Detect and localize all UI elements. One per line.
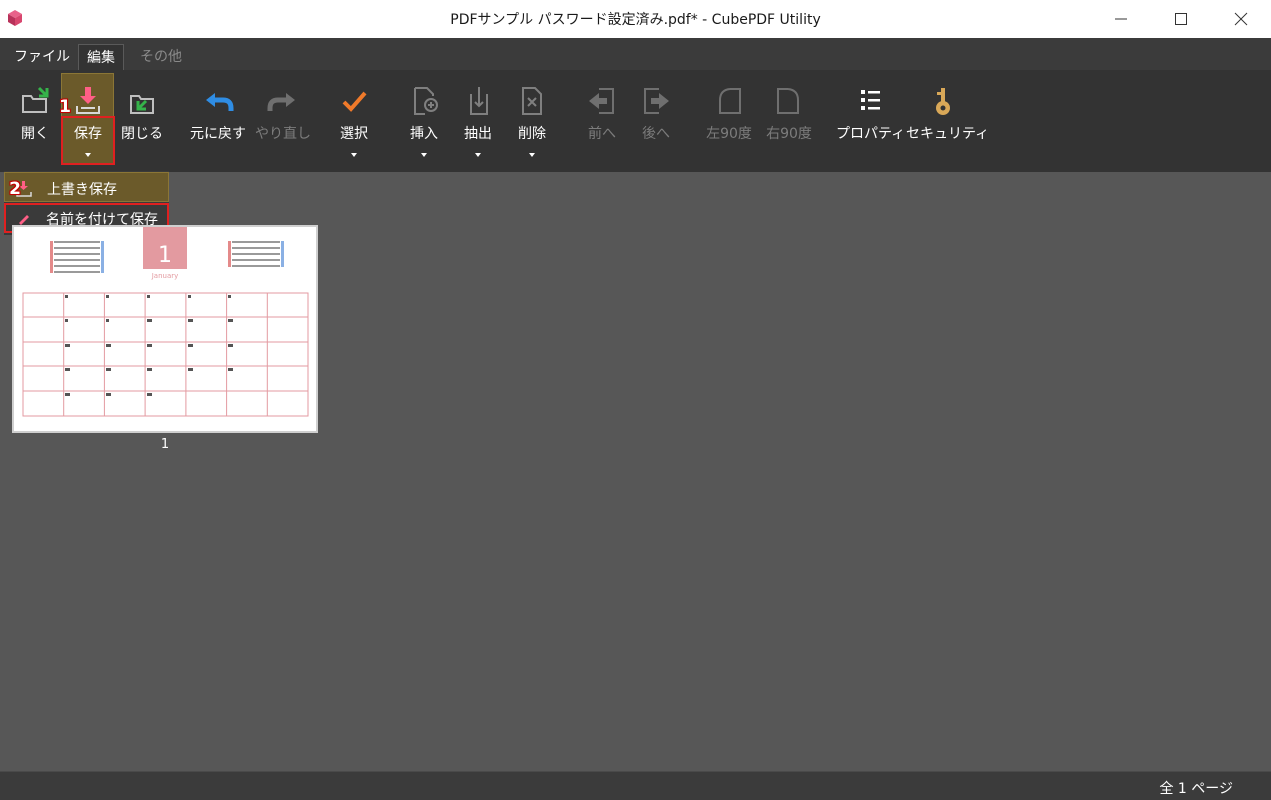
move-previous-button[interactable]: 前へ [578, 70, 626, 170]
chevron-down-icon [475, 153, 481, 157]
rotate-left-icon [719, 88, 741, 114]
redo-label: やり直し [255, 126, 311, 142]
move-next-button[interactable]: 後へ [632, 70, 680, 170]
redo-button[interactable]: やり直し [252, 70, 314, 170]
chevron-down-icon [529, 153, 535, 157]
save-annotation-box [61, 116, 115, 165]
calendar-page-thumbnail: 1 January [14, 227, 316, 431]
tab-edit[interactable]: 編集 [78, 44, 124, 70]
redo-icon [267, 93, 295, 111]
menu-tab-bar: ファイル 編集 その他 [0, 38, 1271, 70]
extract-button[interactable]: 抽出 [454, 70, 502, 170]
step-1-badge: 1 [59, 97, 71, 117]
delete-page-icon [522, 87, 542, 115]
security-button[interactable]: セキュリティ [906, 70, 990, 170]
move-next-label: 後へ [642, 126, 670, 142]
tab-file[interactable]: ファイル [6, 44, 78, 70]
properties-label: プロパティ [836, 126, 906, 142]
checkmark-icon [342, 91, 367, 112]
insert-label: 挿入 [410, 126, 438, 142]
chevron-down-icon [421, 153, 427, 157]
move-next-icon [644, 88, 669, 114]
delete-label: 削除 [518, 126, 546, 142]
close-file-button[interactable]: 閉じる [116, 70, 168, 170]
rotate-right-icon [777, 88, 799, 114]
close-icon [1234, 12, 1248, 26]
select-label: 選択 [340, 126, 368, 142]
ribbon-toolbar: 開く 保存 閉じる 元に戻す やり直し 選択 挿入 抽出 削除 前へ 後へ 左9… [0, 70, 1271, 172]
undo-button[interactable]: 元に戻す [184, 70, 252, 170]
minimize-icon [1115, 18, 1127, 20]
rotate-left-button[interactable]: 左90度 [700, 70, 758, 170]
window-title: PDFサンプル パスワード設定済み.pdf* - CubePDF Utility [450, 12, 821, 28]
insert-button[interactable]: 挿入 [400, 70, 448, 170]
tab-other[interactable]: その他 [132, 44, 190, 70]
close-file-icon [130, 95, 154, 114]
rotate-right-label: 右90度 [766, 126, 812, 142]
extract-label: 抽出 [464, 126, 492, 142]
properties-list-icon [861, 90, 880, 110]
properties-button[interactable]: プロパティ [836, 70, 906, 170]
title-bar: PDFサンプル パスワード設定済み.pdf* - CubePDF Utility [0, 0, 1271, 38]
select-button[interactable]: 選択 [330, 70, 378, 170]
chevron-down-icon [351, 153, 357, 157]
overwrite-save-label: 上書き保存 [47, 182, 117, 198]
move-previous-icon [589, 88, 614, 114]
security-label: セキュリティ [906, 126, 990, 142]
key-icon [936, 88, 950, 115]
open-button[interactable]: 開く [10, 70, 60, 170]
undo-icon [206, 93, 234, 111]
insert-page-icon [414, 87, 438, 115]
rotate-right-button[interactable]: 右90度 [760, 70, 818, 170]
overwrite-save-menu-item[interactable]: 上書き保存 [4, 172, 169, 202]
open-label: 開く [21, 126, 49, 142]
calendar-month-name: January [151, 272, 179, 280]
status-bar: 全 1 ページ [0, 771, 1271, 800]
delete-button[interactable]: 削除 [508, 70, 556, 170]
step-2-badge: 2 [9, 179, 21, 199]
page-thumbnail[interactable]: 1 January [12, 225, 318, 433]
move-previous-label: 前へ [588, 126, 616, 142]
folder-open-icon [22, 86, 49, 113]
page-count-status: 全 1 ページ [1159, 781, 1233, 797]
calendar-month-number: 1 [158, 243, 172, 268]
undo-label: 元に戻す [190, 126, 246, 142]
close-file-label: 閉じる [121, 126, 163, 142]
minimize-button[interactable] [1091, 0, 1151, 38]
extract-icon [470, 87, 488, 115]
rotate-left-label: 左90度 [706, 126, 752, 142]
close-window-button[interactable] [1211, 0, 1271, 38]
page-number-label: 1 [160, 437, 170, 452]
save-icon [76, 87, 100, 114]
maximize-button[interactable] [1151, 0, 1211, 38]
maximize-icon [1175, 13, 1187, 25]
